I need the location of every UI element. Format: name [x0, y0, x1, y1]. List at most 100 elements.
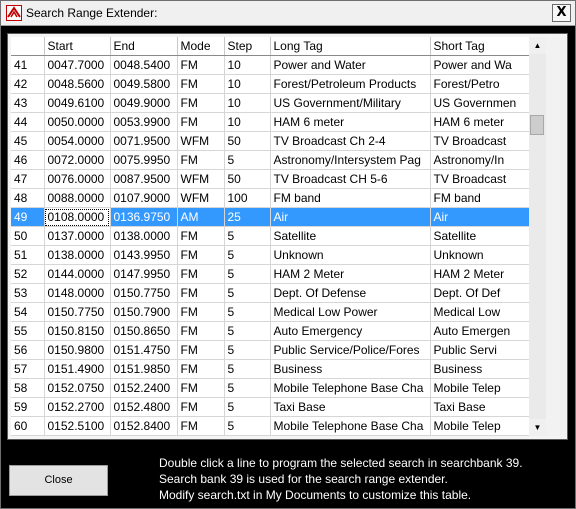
cell-short-tag[interactable]: Public Servi [430, 340, 529, 360]
cell-row-number[interactable]: 49 [11, 207, 45, 227]
range-table[interactable]: Start End Mode Step Long Tag Short Tag 4… [11, 37, 529, 436]
cell-row-number[interactable]: 46 [11, 150, 45, 170]
cell-end[interactable]: 0150.7900 [110, 302, 178, 322]
column-header-long-tag[interactable]: Long Tag [270, 37, 431, 56]
cell-end[interactable]: 0151.4750 [110, 340, 178, 360]
table-row[interactable]: 48 0088.0000 0107.9000 WFM 100 FM band FM band [11, 188, 529, 208]
cell-long-tag[interactable]: Public Service/Police/Fores [270, 340, 431, 360]
cell-start[interactable]: 0054.0000 [44, 131, 111, 151]
cell-mode[interactable]: WFM [177, 131, 225, 151]
close-button[interactable]: Close [9, 465, 108, 496]
cell-row-number[interactable]: 59 [11, 397, 45, 417]
cell-step[interactable]: 10 [224, 55, 271, 75]
cell-long-tag[interactable]: Medical Low Power [270, 302, 431, 322]
scrollbar-thumb[interactable] [530, 115, 544, 135]
cell-start[interactable]: 0150.7750 [44, 302, 111, 322]
cell-step[interactable]: 25 [224, 207, 271, 227]
table-row[interactable]: 50 0137.0000 0138.0000 FM 5 Satellite Satellit… [11, 226, 529, 246]
cell-step[interactable]: 5 [224, 283, 271, 303]
cell-start[interactable]: 0137.0000 [44, 226, 111, 246]
cell-mode[interactable]: WFM [177, 169, 225, 189]
cell-step[interactable]: 5 [224, 378, 271, 398]
cell-short-tag[interactable]: US Governmen [430, 93, 529, 113]
cell-long-tag[interactable]: US Government/Military [270, 93, 431, 113]
cell-mode[interactable]: FM [177, 93, 225, 113]
cell-start[interactable]: 0138.0000 [44, 245, 111, 265]
cell-step[interactable]: 5 [224, 150, 271, 170]
cell-step[interactable]: 5 [224, 245, 271, 265]
table-row[interactable]: 56 0150.9800 0151.4750 FM 5 Public Service/Po… [11, 340, 529, 360]
cell-end[interactable]: 0048.5400 [110, 55, 178, 75]
column-header-start[interactable]: Start [44, 37, 111, 56]
cell-short-tag[interactable]: HAM 6 meter [430, 112, 529, 132]
table-row[interactable]: 58 0152.0750 0152.2400 FM 5 Mobile Telephone … [11, 378, 529, 398]
cell-short-tag[interactable]: Satellite [430, 226, 529, 246]
cell-start[interactable]: 0049.6100 [44, 93, 111, 113]
cell-long-tag[interactable]: TV Broadcast CH 5-6 [270, 169, 431, 189]
range-table-viewport[interactable]: Start End Mode Step Long Tag Short Tag 4… [11, 37, 529, 436]
cell-row-number[interactable]: 53 [11, 283, 45, 303]
table-row[interactable]: 41 0047.7000 0048.5400 FM 10 Power and Water P… [11, 55, 529, 75]
cell-row-number[interactable]: 43 [11, 93, 45, 113]
cell-mode[interactable]: FM [177, 340, 225, 360]
cell-mode[interactable]: FM [177, 321, 225, 341]
cell-mode[interactable]: FM [177, 74, 225, 94]
cell-start[interactable]: 0150.8150 [44, 321, 111, 341]
cell-mode[interactable]: FM [177, 245, 225, 265]
cell-short-tag[interactable]: HAM 2 Meter [430, 264, 529, 284]
cell-row-number[interactable]: 48 [11, 188, 45, 208]
arrow-up-icon[interactable]: ▲ [529, 37, 546, 54]
cell-step[interactable]: 5 [224, 340, 271, 360]
cell-long-tag[interactable]: FM band [270, 188, 431, 208]
cell-start[interactable]: 0047.7000 [44, 55, 111, 75]
cell-end[interactable]: 0150.7750 [110, 283, 178, 303]
table-row[interactable]: 52 0144.0000 0147.9950 FM 5 HAM 2 Meter HAM 2 … [11, 264, 529, 284]
table-row[interactable]: 51 0138.0000 0143.9950 FM 5 Unknown Unknown [11, 245, 529, 265]
cell-short-tag[interactable]: Air [430, 207, 529, 227]
cell-mode[interactable]: FM [177, 283, 225, 303]
cell-mode[interactable]: FM [177, 55, 225, 75]
cell-start[interactable]: 0076.0000 [44, 169, 111, 189]
cell-end[interactable]: 0152.2400 [110, 378, 178, 398]
table-row[interactable]: 54 0150.7750 0150.7900 FM 5 Medical Low Power… [11, 302, 529, 322]
cell-row-number[interactable]: 47 [11, 169, 45, 189]
cell-end[interactable]: 0138.0000 [110, 226, 178, 246]
cell-short-tag[interactable]: Auto Emergen [430, 321, 529, 341]
cell-end[interactable]: 0107.9000 [110, 188, 178, 208]
cell-mode[interactable]: FM [177, 378, 225, 398]
table-row[interactable]: 46 0072.0000 0075.9950 FM 5 Astronomy/Intersy… [11, 150, 529, 170]
cell-step[interactable]: 10 [224, 74, 271, 94]
cell-long-tag[interactable]: Dept. Of Defense [270, 283, 431, 303]
cell-step[interactable]: 50 [224, 169, 271, 189]
cell-step[interactable]: 5 [224, 226, 271, 246]
cell-long-tag[interactable]: Satellite [270, 226, 431, 246]
cell-short-tag[interactable]: Business [430, 359, 529, 379]
table-row[interactable]: 43 0049.6100 0049.9000 FM 10 US Government/Mi… [11, 93, 529, 113]
cell-mode[interactable]: FM [177, 359, 225, 379]
arrow-down-icon[interactable]: ▼ [529, 419, 546, 436]
cell-start[interactable]: 0151.4900 [44, 359, 111, 379]
cell-row-number[interactable]: 60 [11, 416, 45, 436]
cell-long-tag[interactable]: Unknown [270, 245, 431, 265]
cell-long-tag[interactable]: TV Broadcast Ch 2-4 [270, 131, 431, 151]
cell-short-tag[interactable]: Astronomy/In [430, 150, 529, 170]
cell-row-number[interactable]: 50 [11, 226, 45, 246]
table-row[interactable]: 44 0050.0000 0053.9900 FM 10 HAM 6 meter HAM 6… [11, 112, 529, 132]
cell-long-tag[interactable]: Astronomy/Intersystem Pag [270, 150, 431, 170]
table-row[interactable]: 60 0152.5100 0152.8400 FM 5 Mobile Telephone … [11, 416, 529, 436]
column-header-mode[interactable]: Mode [177, 37, 225, 56]
cell-mode[interactable]: FM [177, 416, 225, 436]
cell-step[interactable]: 5 [224, 397, 271, 417]
table-row[interactable]: 53 0148.0000 0150.7750 FM 5 Dept. Of Defense D… [11, 283, 529, 303]
cell-long-tag[interactable]: Taxi Base [270, 397, 431, 417]
cell-short-tag[interactable]: Mobile Telep [430, 378, 529, 398]
column-header-short-tag[interactable]: Short Tag [430, 37, 529, 56]
cell-start[interactable]: 0150.9800 [44, 340, 111, 360]
cell-start[interactable]: 0144.0000 [44, 264, 111, 284]
cell-step[interactable]: 10 [224, 112, 271, 132]
cell-row-number[interactable]: 56 [11, 340, 45, 360]
cell-start[interactable]: 0152.2700 [44, 397, 111, 417]
column-header-step[interactable]: Step [224, 37, 271, 56]
cell-end[interactable]: 0143.9950 [110, 245, 178, 265]
cell-end[interactable]: 0053.9900 [110, 112, 178, 132]
